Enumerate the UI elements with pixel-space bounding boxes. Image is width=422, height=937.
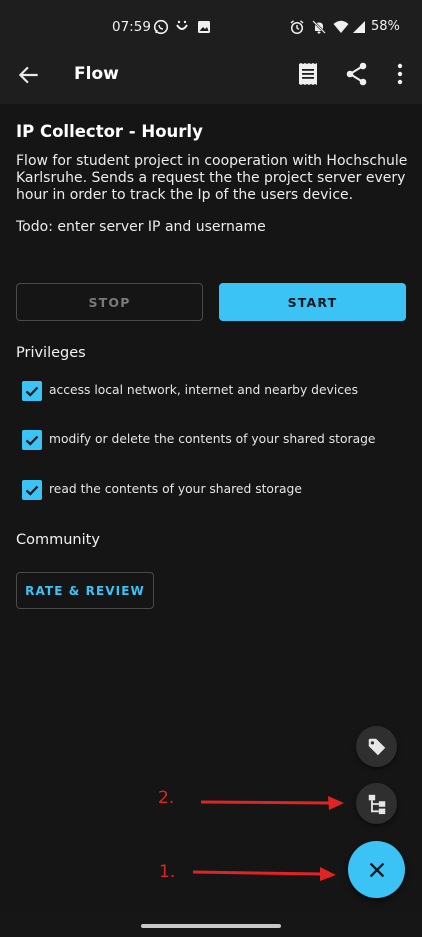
back-arrow-icon[interactable] xyxy=(16,62,42,88)
rate-review-button[interactable]: RATE & REVIEW xyxy=(16,572,154,609)
privilege-item[interactable]: modify or delete the contents of your sh… xyxy=(22,430,412,452)
signal-icon xyxy=(353,21,365,33)
privilege-label: access local network, internet and nearb… xyxy=(49,383,358,397)
flow-tree-icon xyxy=(368,794,385,814)
annotation-arrow-2 xyxy=(200,796,344,810)
stop-button[interactable]: STOP xyxy=(16,283,203,321)
status-bar: 07:59 58% xyxy=(0,0,422,48)
home-gesture-handle[interactable] xyxy=(141,924,281,928)
flow-title: IP Collector - Hourly xyxy=(16,122,203,141)
status-time: 07:59 xyxy=(112,19,151,35)
app-bar: Flow xyxy=(0,48,422,104)
share-icon[interactable] xyxy=(343,60,371,88)
checkbox-checked-icon[interactable] xyxy=(22,381,42,401)
privilege-label: read the contents of your shared storage xyxy=(49,482,302,496)
battery-percent: 58% xyxy=(371,19,400,34)
tag-fab[interactable] xyxy=(356,726,397,767)
whatsapp-icon xyxy=(153,19,169,35)
start-button[interactable]: START xyxy=(219,283,406,321)
annotation-label-1: 1. xyxy=(159,862,176,882)
image-icon xyxy=(198,21,210,33)
checkbox-checked-icon[interactable] xyxy=(22,430,42,450)
flow-todo-note: Todo: enter server IP and username xyxy=(16,219,266,235)
flow-tree-fab[interactable] xyxy=(356,783,397,824)
close-icon xyxy=(369,862,384,877)
privilege-item[interactable]: read the contents of your shared storage xyxy=(22,480,412,502)
app-bar-title: Flow xyxy=(74,64,119,84)
privilege-label: modify or delete the contents of your sh… xyxy=(49,432,376,446)
privileges-heading: Privileges xyxy=(16,345,86,361)
alarm-icon xyxy=(290,20,304,35)
privilege-item[interactable]: access local network, internet and nearb… xyxy=(22,381,412,403)
more-vert-icon[interactable] xyxy=(386,60,414,88)
close-fab[interactable] xyxy=(348,841,405,898)
checkbox-checked-icon[interactable] xyxy=(22,480,42,500)
annotation-label-2: 2. xyxy=(158,788,175,808)
smile-app-icon xyxy=(176,20,188,30)
tag-icon xyxy=(368,738,385,755)
wifi-icon xyxy=(333,20,349,33)
annotation-arrow-1 xyxy=(192,867,336,881)
flow-description: Flow for student project in cooperation … xyxy=(16,153,408,203)
log-icon[interactable] xyxy=(294,60,322,88)
bell-off-icon xyxy=(312,20,326,34)
community-heading: Community xyxy=(16,532,100,548)
